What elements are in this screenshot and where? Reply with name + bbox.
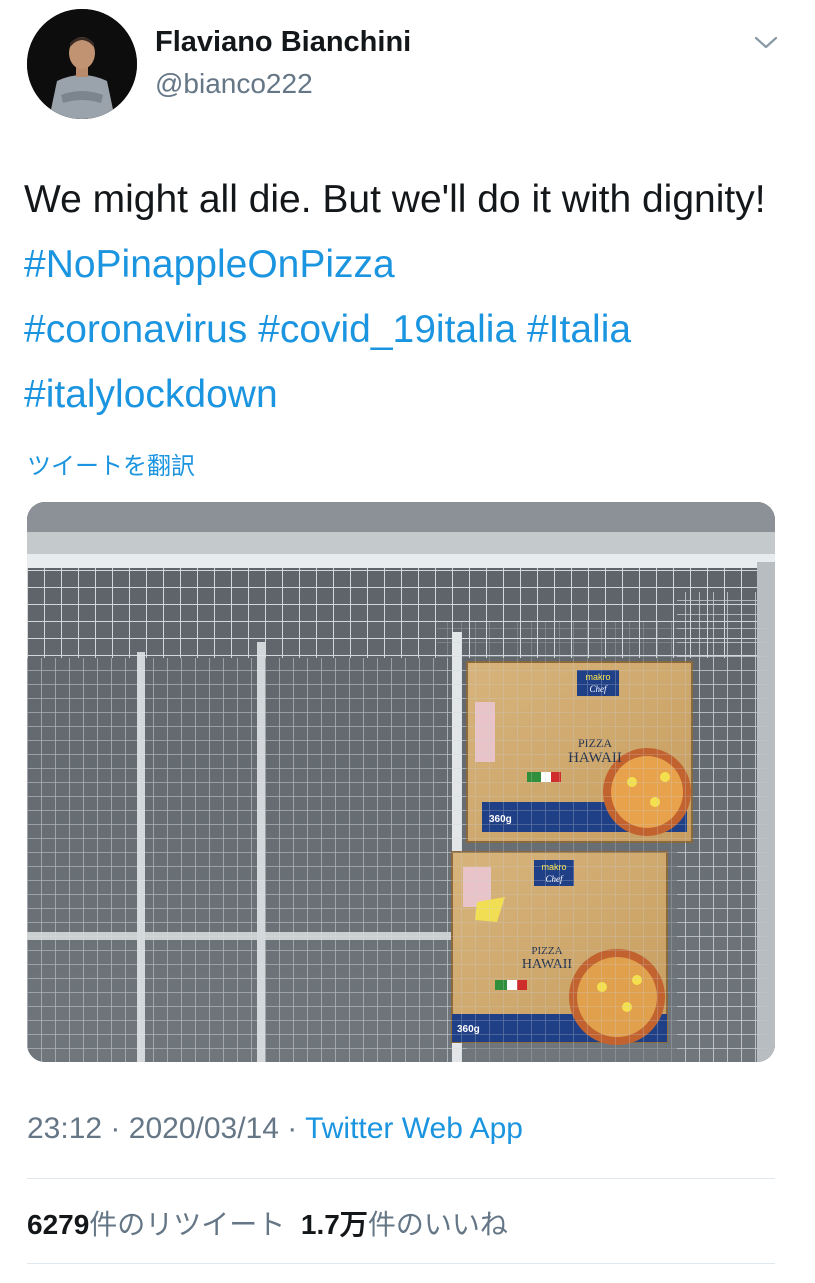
tweet-body: We might all die. But we'll do it with d… — [24, 178, 766, 221]
hashtag-link[interactable]: #covid_19italia — [258, 308, 516, 351]
translate-tweet-link[interactable]: ツイートを翻訳 — [27, 446, 195, 481]
freezer-photo: makro Chef PIZZA HAWAII 360g makro Chef … — [27, 502, 775, 1062]
tweet-stats: 6279件のリツイート 1.7万件のいいね — [27, 1203, 508, 1243]
author-handle[interactable]: @bianco222 — [155, 68, 313, 100]
retweets-count: 6279 — [27, 1209, 90, 1240]
meta-separator: · — [287, 1112, 298, 1145]
divider — [27, 1178, 775, 1179]
hashtag-link[interactable]: #Italia — [527, 308, 631, 351]
hashtag-link[interactable]: #italylockdown — [24, 373, 278, 416]
hashtag-link[interactable]: #NoPinappleOnPizza — [24, 243, 395, 286]
hashtag-link[interactable]: #coronavirus — [24, 308, 247, 351]
divider — [27, 1263, 775, 1264]
tweet-time[interactable]: 23:12 — [27, 1112, 102, 1145]
retweets-label: 件のリツイート — [89, 1209, 286, 1240]
meta-separator: · — [110, 1112, 121, 1145]
chevron-down-icon[interactable] — [750, 30, 782, 54]
tweet-text: We might all die. But we'll do it with d… — [24, 167, 794, 427]
tweet-photo[interactable]: makro Chef PIZZA HAWAII 360g makro Chef … — [27, 502, 775, 1062]
tweet-date[interactable]: 2020/03/14 — [129, 1112, 279, 1145]
tweet-source-link[interactable]: Twitter Web App — [305, 1112, 523, 1145]
likes-count: 1.7万 — [300, 1209, 368, 1240]
author-name[interactable]: Flaviano Bianchini — [155, 26, 411, 59]
likes-stat[interactable]: 1.7万件のいいね — [301, 1209, 508, 1240]
retweets-stat[interactable]: 6279件のリツイート — [27, 1209, 285, 1240]
likes-label: 件のいいね — [367, 1209, 508, 1240]
tweet-meta: 23:12 · 2020/03/14 · Twitter Web App — [27, 1112, 523, 1146]
avatar[interactable] — [27, 9, 137, 119]
